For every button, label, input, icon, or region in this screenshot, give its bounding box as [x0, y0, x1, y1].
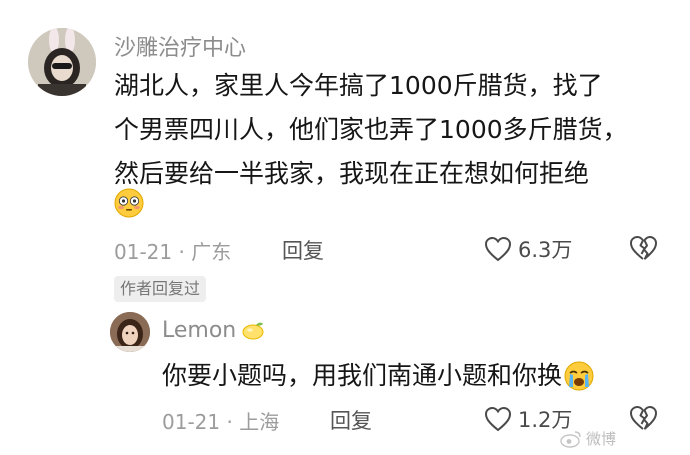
author-replied-badge: 作者回复过	[114, 276, 207, 302]
lemon-icon	[240, 321, 266, 341]
comment-like-count: 6.3万	[518, 238, 573, 262]
replier-username[interactable]: Lemon	[162, 318, 236, 343]
meta-separator: ·	[178, 240, 192, 264]
reply-to-reply-button[interactable]: 回复	[330, 405, 372, 435]
heart-icon	[484, 406, 512, 432]
replier-avatar[interactable]	[110, 312, 150, 352]
comment-meta: 01-21 · 广东	[114, 236, 231, 265]
flushed-face-emoji	[114, 188, 144, 218]
commenter-avatar[interactable]	[28, 28, 96, 96]
crying-face-emoji	[564, 361, 594, 391]
reply-date: 01-21	[162, 410, 221, 434]
reply-text: 你要小题吗，用我们南通小题和你换	[162, 361, 563, 390]
reply-dislike-broken-heart-icon[interactable]	[628, 404, 658, 432]
meta-separator: ·	[226, 410, 240, 434]
comment-like-button[interactable]: 6.3万	[484, 234, 572, 264]
comment-text-line: 个男票四川人，他们家也弄了1000多斤腊货，	[114, 115, 628, 144]
weibo-watermark: 微博	[560, 428, 616, 449]
commenter-username[interactable]: 沙雕治疗中心	[114, 30, 246, 62]
reply-meta: 01-21 · 上海	[162, 406, 279, 435]
reply-text-row: 你要小题吗，用我们南通小题和你换	[162, 354, 594, 398]
comment-text-line: 然后要给一半我家，我现在正在想如何拒绝	[114, 159, 590, 188]
comment-date: 01-21	[114, 240, 173, 264]
commenter-avatar-image	[28, 28, 96, 96]
reply-button[interactable]: 回复	[282, 235, 324, 265]
watermark-text: 微博	[586, 430, 617, 448]
replier-username-row: Lemon	[162, 318, 266, 343]
comment-text: 湖北人，家里人今年搞了1000斤腊货，找了 个男票四川人，他们家也弄了1000多…	[114, 64, 674, 196]
reply-location: 上海	[239, 410, 280, 434]
dislike-broken-heart-icon[interactable]	[628, 234, 658, 262]
weibo-logo-icon	[560, 430, 582, 448]
heart-icon	[484, 236, 512, 262]
comment-location: 广东	[191, 240, 232, 264]
comment-text-line: 湖北人，家里人今年搞了1000斤腊货，找了	[114, 71, 603, 100]
replier-avatar-image	[110, 312, 150, 352]
